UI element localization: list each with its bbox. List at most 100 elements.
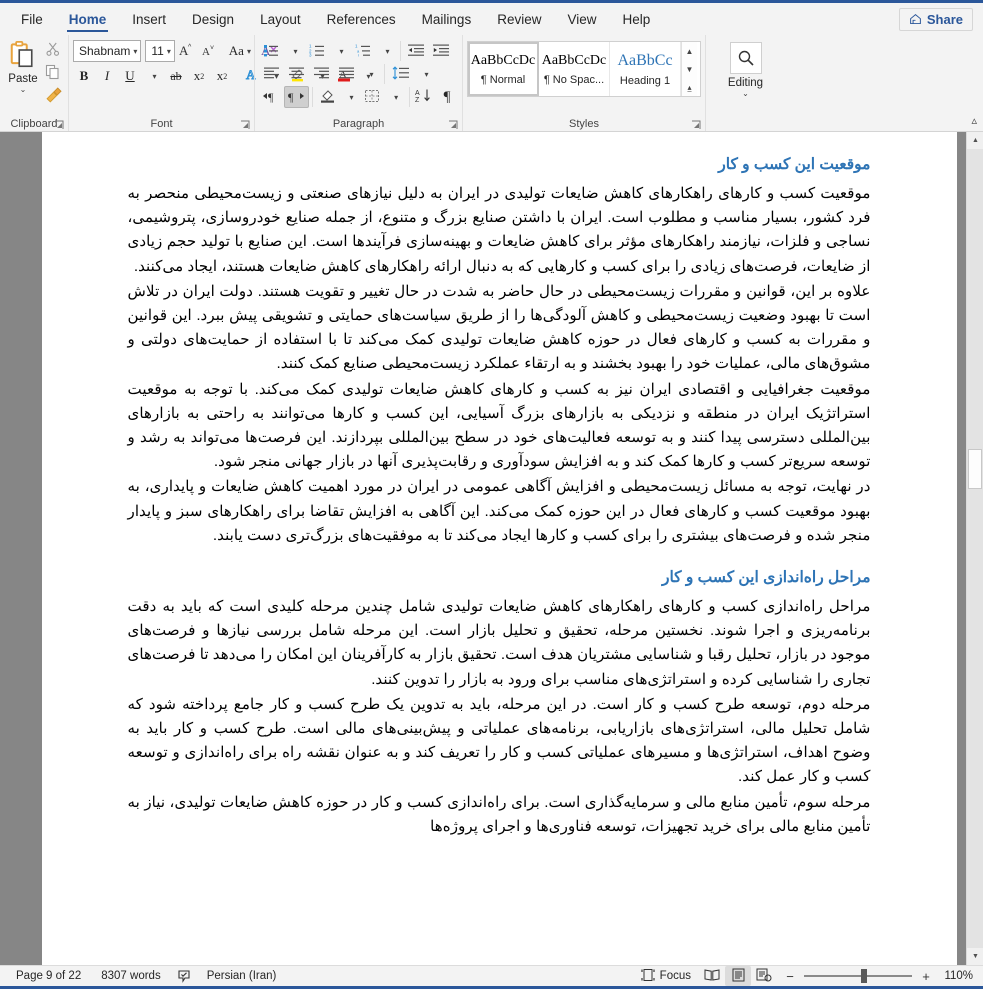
tab-home[interactable]: Home [56, 8, 120, 35]
heading-1: موقعیت این کسب و کار [718, 156, 871, 173]
align-right-button[interactable] [309, 63, 334, 85]
bullets-button[interactable] [259, 40, 283, 62]
underline-dropdown[interactable]: ▾ [142, 65, 164, 87]
multilevel-list-dropdown[interactable]: ▾ [375, 40, 397, 62]
zoom-percent[interactable]: 110% [939, 970, 977, 982]
cut-button[interactable] [42, 41, 64, 62]
zoom-in-button[interactable]: + [917, 969, 935, 984]
scrollbar-track[interactable] [967, 149, 983, 948]
editing-button[interactable]: Editing ⌄ [718, 42, 774, 98]
decrease-indent-icon [408, 43, 425, 60]
strikethrough-button[interactable]: ab [165, 65, 187, 87]
subscript-button[interactable]: x2 [188, 65, 210, 87]
grow-font-button[interactable]: A ^ [176, 40, 198, 62]
svg-text:i: i [358, 52, 359, 56]
word-count[interactable]: 8307 words [91, 970, 170, 982]
align-left-button[interactable] [259, 63, 284, 85]
share-button[interactable]: Share [898, 8, 973, 31]
scroll-down-icon[interactable]: ▼ [967, 948, 983, 965]
paragraph-dialog-launcher-icon[interactable] [448, 120, 458, 130]
align-center-button[interactable] [284, 63, 309, 85]
zoom-track[interactable] [804, 969, 912, 983]
collapse-ribbon-icon[interactable]: ▵ [971, 114, 977, 127]
ribbon-group-styles: AaBbCcDc ¶ Normal AaBbCcDc ¶ No Spac... … [462, 35, 705, 131]
zoom-slider[interactable]: − + [777, 969, 939, 984]
show-formatting-marks-button[interactable]: ¶ [436, 86, 458, 108]
paragraph: مرحله دوم، توسعه طرح کسب و کار است. در ا… [127, 695, 871, 786]
paste-caret-icon[interactable]: ⌄ [20, 86, 27, 94]
shrink-font-button[interactable]: A ˅ [199, 40, 221, 62]
proofing-errors-icon[interactable] [171, 969, 197, 983]
shading-dropdown[interactable]: ▾ [339, 86, 361, 108]
tab-references[interactable]: References [314, 8, 409, 35]
borders-button[interactable] [361, 86, 384, 108]
tab-design[interactable]: Design [179, 8, 247, 35]
tab-review[interactable]: Review [484, 8, 554, 35]
format-painter-button[interactable] [42, 86, 64, 108]
style-item-heading-1[interactable]: AaBbCс Heading 1 [610, 42, 681, 96]
more-styles-icon[interactable]: ▴̲ [682, 78, 697, 96]
italic-button[interactable]: I [96, 65, 118, 87]
styles-dialog-launcher-icon[interactable] [691, 120, 701, 130]
sort-button[interactable]: AZ [413, 86, 437, 108]
tab-help[interactable]: Help [610, 8, 664, 35]
bold-button[interactable]: B [73, 65, 95, 87]
paragraph: علاوه بر این، قوانین و مقررات زیست‌محیطی… [127, 282, 871, 373]
font-dialog-launcher-icon[interactable] [240, 120, 250, 130]
font-name-combo[interactable]: Shabnam ▾ [73, 40, 142, 62]
increase-indent-button[interactable] [429, 40, 454, 62]
font-size-combo[interactable]: 11 ▾ [145, 40, 175, 62]
left-to-right-button[interactable]: ¶ [259, 86, 284, 108]
scrollbar-thumb[interactable] [968, 449, 982, 489]
copy-button[interactable] [42, 64, 64, 85]
svg-text:¶: ¶ [268, 90, 274, 103]
svg-text:A: A [202, 46, 210, 58]
underline-button[interactable]: U [119, 65, 141, 87]
tab-file[interactable]: File [8, 8, 56, 35]
multilevel-list-button[interactable]: 1ai [351, 40, 375, 62]
justify-button[interactable] [334, 63, 359, 85]
read-mode-button[interactable] [699, 966, 725, 986]
style-name: ¶ Normal [480, 73, 526, 86]
web-layout-button[interactable] [751, 966, 777, 986]
tab-insert[interactable]: Insert [119, 8, 179, 35]
page-indicator[interactable]: Page 9 of 22 [6, 970, 91, 982]
bullets-dropdown[interactable]: ▾ [283, 40, 305, 62]
grow-font-icon: A ^ [178, 42, 195, 61]
zoom-thumb[interactable] [861, 969, 867, 983]
focus-mode-button[interactable]: Focus [633, 968, 699, 985]
justify-dropdown[interactable]: ▾ [359, 63, 381, 85]
chevron-down-icon: ▾ [424, 69, 429, 79]
numbering-dropdown[interactable]: ▾ [329, 40, 351, 62]
sort-icon: AZ [415, 88, 433, 106]
shading-button[interactable] [316, 86, 339, 108]
zoom-out-button[interactable]: − [781, 969, 799, 984]
right-to-left-button[interactable]: ¶ [284, 86, 310, 108]
superscript-button[interactable]: x2 [211, 65, 233, 87]
change-case-button[interactable]: Aa ▾ [229, 40, 251, 62]
chevron-down-icon[interactable]: ⌄ [742, 90, 749, 98]
decrease-indent-button[interactable] [404, 40, 429, 62]
bullets-icon [263, 43, 279, 60]
search-icon [729, 42, 762, 74]
style-item-normal[interactable]: AaBbCcDc ¶ Normal [468, 42, 539, 96]
line-spacing-button[interactable] [388, 63, 414, 85]
style-item-no-spacing[interactable]: AaBbCcDc ¶ No Spac... [539, 42, 610, 96]
vertical-scrollbar[interactable]: ▲ ▼ [966, 132, 983, 965]
language-indicator[interactable]: Persian (Iran) [197, 970, 287, 982]
numbering-button[interactable]: 123 [305, 40, 329, 62]
document-page[interactable]: موقعیت این کسب و کار موقعیت کسب و کارهای… [41, 132, 957, 965]
chevron-down-icon[interactable]: ▼ [682, 60, 697, 78]
scroll-up-icon[interactable]: ▲ [967, 132, 983, 149]
chevron-down-icon: ▾ [385, 46, 390, 56]
line-spacing-dropdown[interactable]: ▾ [414, 63, 436, 85]
document-body[interactable]: موقعیت این کسب و کار موقعیت کسب و کارهای… [128, 132, 871, 839]
borders-dropdown[interactable]: ▾ [384, 86, 406, 108]
tab-mailings[interactable]: Mailings [409, 8, 485, 35]
print-layout-button[interactable] [725, 966, 751, 986]
chevron-up-icon[interactable]: ▲ [682, 42, 697, 60]
paste-button[interactable]: Paste ⌄ [4, 40, 42, 94]
clipboard-dialog-launcher-icon[interactable] [54, 120, 64, 130]
tab-layout[interactable]: Layout [247, 8, 314, 35]
tab-view[interactable]: View [554, 8, 609, 35]
